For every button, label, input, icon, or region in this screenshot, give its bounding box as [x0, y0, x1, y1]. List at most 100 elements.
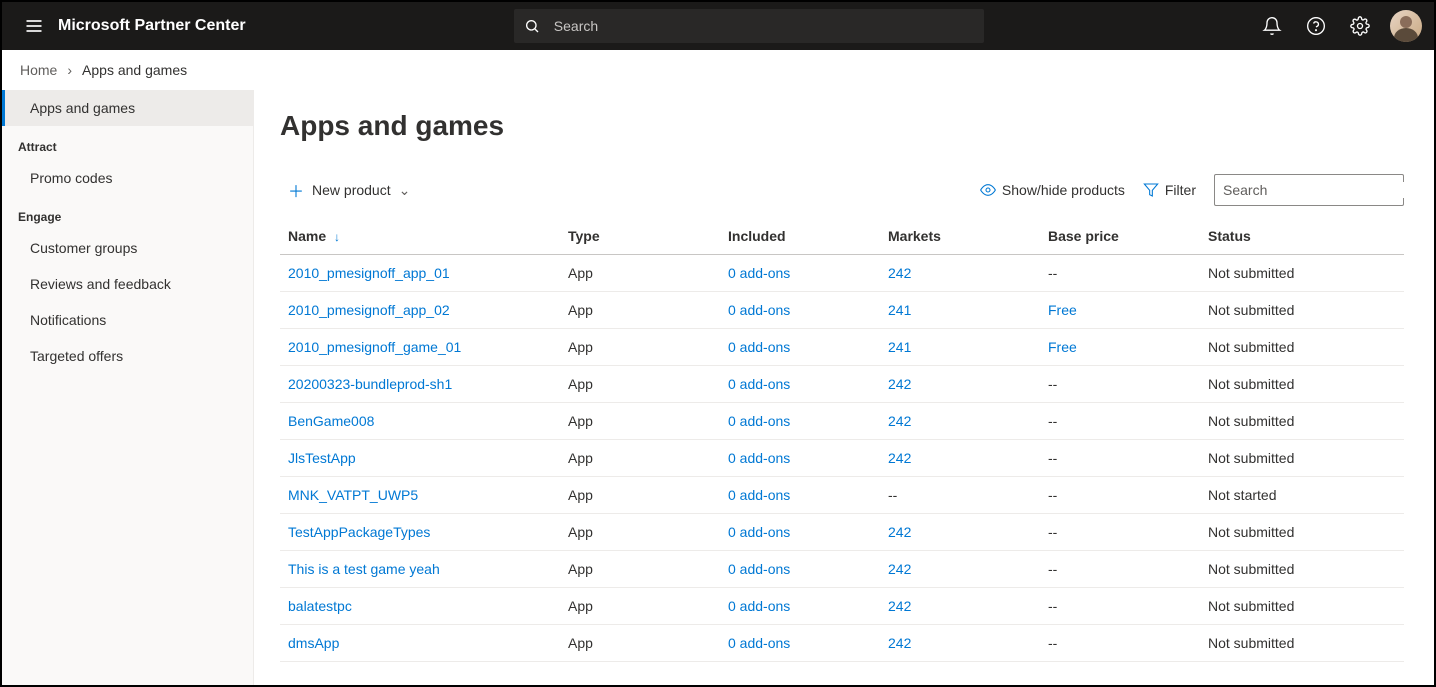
- column-header-type[interactable]: Type: [560, 218, 720, 255]
- markets-link[interactable]: 241: [888, 302, 911, 318]
- product-name-link[interactable]: 2010_pmesignoff_app_01: [288, 265, 450, 281]
- topbar-center: [246, 9, 1252, 43]
- addons-link[interactable]: 0 add-ons: [728, 413, 790, 429]
- topbar: Microsoft Partner Center: [2, 2, 1434, 50]
- column-header-name[interactable]: Name ↓: [280, 218, 560, 255]
- cell-markets: --: [888, 487, 897, 503]
- filter-button[interactable]: Filter: [1143, 182, 1196, 198]
- toolbar: ＋ New product ⌄ Show/hide products Filte…: [280, 172, 1404, 208]
- addons-link[interactable]: 0 add-ons: [728, 376, 790, 392]
- product-name-link[interactable]: dmsApp: [288, 635, 339, 651]
- cell-type: App: [568, 561, 593, 577]
- addons-link[interactable]: 0 add-ons: [728, 302, 790, 318]
- column-header-included[interactable]: Included: [720, 218, 880, 255]
- product-name-link[interactable]: BenGame008: [288, 413, 374, 429]
- addons-link[interactable]: 0 add-ons: [728, 487, 790, 503]
- addons-link[interactable]: 0 add-ons: [728, 635, 790, 651]
- search-icon: [524, 18, 540, 34]
- price-link[interactable]: Free: [1048, 302, 1077, 318]
- cell-status: Not submitted: [1208, 413, 1294, 429]
- main-content: Apps and games ＋ New product ⌄ Show/hide…: [254, 90, 1434, 685]
- cell-type: App: [568, 635, 593, 651]
- sidebar-section-attract: Attract: [2, 126, 253, 160]
- addons-link[interactable]: 0 add-ons: [728, 561, 790, 577]
- cell-type: App: [568, 524, 593, 540]
- avatar[interactable]: [1390, 10, 1422, 42]
- new-product-label: New product: [312, 182, 391, 198]
- product-name-link[interactable]: MNK_VATPT_UWP5: [288, 487, 418, 503]
- price-link[interactable]: Free: [1048, 339, 1077, 355]
- layout: Apps and games Attract Promo codes Engag…: [2, 90, 1434, 685]
- markets-link[interactable]: 242: [888, 413, 911, 429]
- product-name-link[interactable]: 2010_pmesignoff_app_02: [288, 302, 450, 318]
- sidebar-item-promo-codes[interactable]: Promo codes: [2, 160, 253, 196]
- addons-link[interactable]: 0 add-ons: [728, 450, 790, 466]
- addons-link[interactable]: 0 add-ons: [728, 339, 790, 355]
- sort-arrow-icon: ↓: [334, 230, 340, 244]
- markets-link[interactable]: 242: [888, 598, 911, 614]
- hamburger-menu-button[interactable]: [14, 16, 54, 36]
- show-hide-products-button[interactable]: Show/hide products: [980, 182, 1125, 198]
- sidebar-item-reviews-feedback[interactable]: Reviews and feedback: [2, 266, 253, 302]
- cell-type: App: [568, 302, 593, 318]
- cell-type: App: [568, 598, 593, 614]
- sidebar-item-targeted-offers[interactable]: Targeted offers: [2, 338, 253, 374]
- markets-link[interactable]: 242: [888, 265, 911, 281]
- cell-price: --: [1048, 561, 1057, 577]
- addons-link[interactable]: 0 add-ons: [728, 265, 790, 281]
- markets-link[interactable]: 242: [888, 635, 911, 651]
- help-button[interactable]: [1296, 6, 1336, 46]
- cell-status: Not submitted: [1208, 302, 1294, 318]
- table-row: 2010_pmesignoff_game_01App0 add-ons241Fr…: [280, 329, 1404, 366]
- chevron-down-icon: ⌄: [399, 182, 411, 199]
- global-search-input[interactable]: [554, 18, 974, 34]
- addons-link[interactable]: 0 add-ons: [728, 524, 790, 540]
- plus-icon: ＋: [288, 178, 304, 202]
- addons-link[interactable]: 0 add-ons: [728, 598, 790, 614]
- markets-link[interactable]: 242: [888, 561, 911, 577]
- table-row: 2010_pmesignoff_app_02 App 0 add-ons 241 Fre…: [280, 292, 1404, 329]
- brand-title: Microsoft Partner Center: [58, 17, 246, 35]
- cell-price: --: [1048, 413, 1057, 429]
- table-row: BenGame008App0 add-ons242--Not submitted: [280, 403, 1404, 440]
- cell-status: Not submitted: [1208, 450, 1294, 466]
- column-header-price[interactable]: Base price: [1040, 218, 1200, 255]
- product-name-link[interactable]: JlsTestApp: [288, 450, 356, 466]
- table-row: 20200323-bundleprod-sh1App0 add-ons242--…: [280, 366, 1404, 403]
- cell-type: App: [568, 487, 593, 503]
- chevron-right-icon: ›: [67, 62, 72, 78]
- notifications-button[interactable]: [1252, 6, 1292, 46]
- cell-status: Not submitted: [1208, 598, 1294, 614]
- table-row: TestAppPackageTypesApp0 add-ons242--Not …: [280, 514, 1404, 551]
- table-row: 2010_pmesignoff_app_01App0 add-ons242--N…: [280, 255, 1404, 292]
- cell-price: --: [1048, 598, 1057, 614]
- table-row: MNK_VATPT_UWP5App0 add-ons----Not starte…: [280, 477, 1404, 514]
- table-row: dmsAppApp0 add-ons242--Not submitted: [280, 625, 1404, 662]
- table-row: This is a test game yeah App 0 add-ons 242 -…: [280, 551, 1404, 588]
- sidebar-item-customer-groups[interactable]: Customer groups: [2, 230, 253, 266]
- product-name-link[interactable]: balatestpc: [288, 598, 352, 614]
- global-search[interactable]: [514, 9, 984, 43]
- column-header-status[interactable]: Status: [1200, 218, 1404, 255]
- sidebar-item-apps-and-games[interactable]: Apps and games: [2, 90, 253, 126]
- bell-icon: [1262, 16, 1282, 36]
- settings-button[interactable]: [1340, 6, 1380, 46]
- sidebar-item-label: Apps and games: [30, 100, 135, 116]
- markets-link[interactable]: 241: [888, 339, 911, 355]
- table-search-input[interactable]: [1223, 182, 1404, 198]
- product-name-link[interactable]: 20200323-bundleprod-sh1: [288, 376, 452, 392]
- markets-link[interactable]: 242: [888, 450, 911, 466]
- show-hide-label: Show/hide products: [1002, 182, 1125, 198]
- toolbar-right: Show/hide products Filter: [980, 174, 1404, 206]
- sidebar-item-notifications[interactable]: Notifications: [2, 302, 253, 338]
- markets-link[interactable]: 242: [888, 524, 911, 540]
- product-name-link[interactable]: TestAppPackageTypes: [288, 524, 430, 540]
- product-name-link[interactable]: 2010_pmesignoff_game_01: [288, 339, 461, 355]
- markets-link[interactable]: 242: [888, 376, 911, 392]
- new-product-button[interactable]: ＋ New product ⌄: [280, 172, 418, 208]
- table-search[interactable]: [1214, 174, 1404, 206]
- product-name-link[interactable]: This is a test game yeah: [288, 561, 440, 577]
- breadcrumb-home[interactable]: Home: [20, 62, 57, 78]
- column-header-markets[interactable]: Markets: [880, 218, 1040, 255]
- cell-price: --: [1048, 487, 1057, 503]
